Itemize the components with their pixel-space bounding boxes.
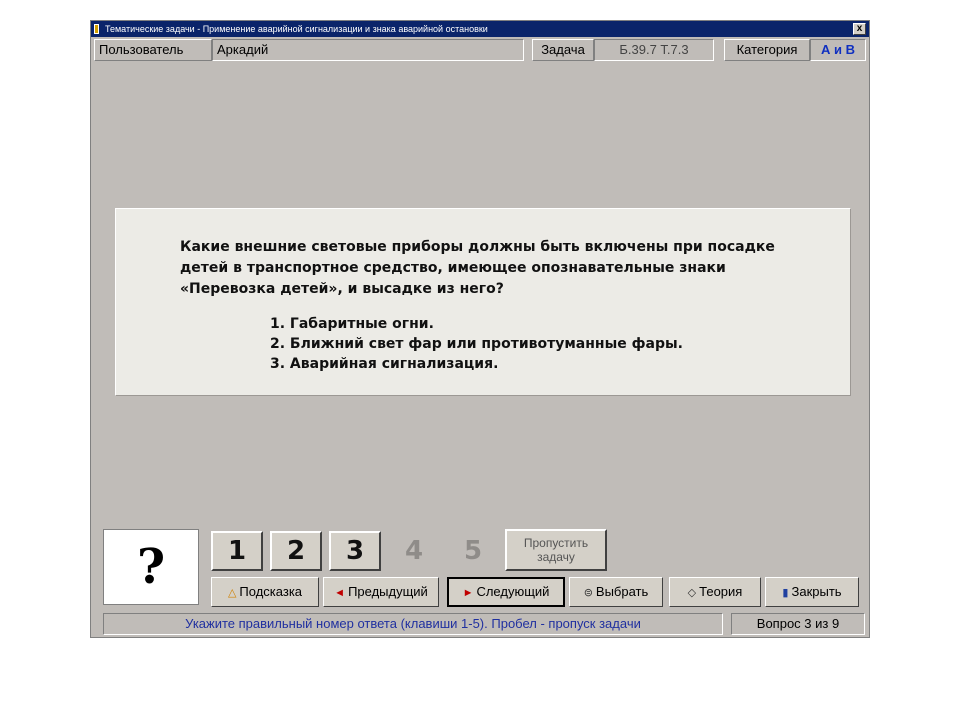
close-app-button-label: Закрыть: [791, 584, 842, 599]
user-name: Аркадий: [212, 39, 524, 61]
answer-option-1: 1. Габаритные огни.: [270, 316, 434, 332]
select-button-label: Выбрать: [595, 584, 649, 599]
hint-button-label: Подсказка: [239, 584, 303, 599]
door-icon: ▮: [782, 587, 789, 599]
task-label: Задача: [532, 39, 594, 61]
skip-task-label-line2: задачу: [537, 550, 575, 564]
next-button-label: Следующий: [476, 584, 550, 599]
status-hint: Укажите правильный номер ответа (клавиши…: [103, 613, 723, 635]
arrow-left-icon: ◄: [334, 587, 346, 599]
app-window: Тематические задачи - Применение аварийн…: [90, 20, 870, 638]
answer-button-3[interactable]: 3: [329, 531, 381, 571]
close-app-button[interactable]: ▮ Закрыть: [765, 577, 859, 607]
skip-task-label-line1: Пропустить: [523, 536, 589, 550]
category-label: Категория: [724, 39, 810, 61]
app-icon: [94, 24, 99, 34]
answer-option-3: 3. Аварийная сигнализация.: [270, 356, 499, 372]
answer-button-1[interactable]: 1: [211, 531, 263, 571]
window-title: Тематические задачи - Применение аварийн…: [105, 24, 488, 34]
bell-icon: △: [227, 587, 237, 599]
next-button[interactable]: ► Следующий: [447, 577, 565, 607]
answer-button-2[interactable]: 2: [270, 531, 322, 571]
status-bar: Укажите правильный номер ответа (клавиши…: [103, 613, 865, 635]
user-label: Пользователь: [94, 39, 212, 61]
list-icon: ⊜: [583, 587, 593, 599]
previous-button[interactable]: ◄ Предыдущий: [323, 577, 439, 607]
select-button[interactable]: ⊜ Выбрать: [569, 577, 663, 607]
book-icon: ◇: [687, 587, 697, 599]
close-button[interactable]: x: [853, 23, 866, 35]
theory-button-label: Теория: [699, 584, 743, 599]
title-bar: Тематические задачи - Применение аварийн…: [91, 21, 869, 37]
arrow-right-icon: ►: [462, 587, 474, 599]
answer-option-2: 2. Ближний свет фар или противотуманные …: [270, 336, 683, 352]
hint-button[interactable]: △ Подсказка: [211, 577, 319, 607]
answer-list: 1. Габаритные огни. 2. Ближний свет фар …: [270, 314, 790, 374]
answer-button-4: 4: [404, 536, 424, 566]
question-text: Какие внешние световые приборы должны бы…: [180, 239, 775, 297]
previous-button-label: Предыдущий: [348, 584, 428, 599]
info-bar: Пользователь Аркадий Задача Б.39.7 Т.7.3…: [94, 39, 866, 61]
skip-task-button[interactable]: Пропустить задачу: [505, 529, 607, 571]
question-progress: Вопрос 3 из 9: [731, 613, 865, 635]
theory-button[interactable]: ◇ Теория: [669, 577, 761, 607]
question-panel: Какие внешние световые приборы должны бы…: [115, 208, 851, 396]
answer-status-indicator: ?: [103, 529, 199, 605]
category-value: А и В: [810, 39, 866, 61]
answer-button-5: 5: [463, 536, 483, 566]
task-number: Б.39.7 Т.7.3: [594, 39, 714, 61]
